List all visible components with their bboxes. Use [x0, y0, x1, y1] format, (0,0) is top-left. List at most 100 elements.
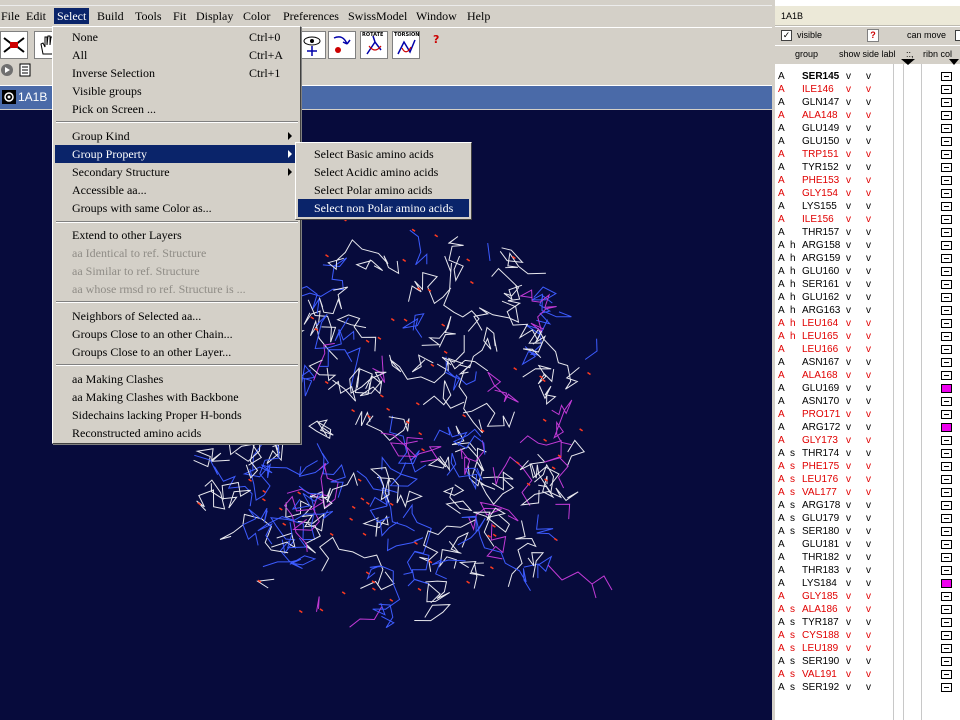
residue-row[interactable]: A THR183 v v	[775, 564, 960, 577]
residue-row[interactable]: As CYS188 v v	[775, 629, 960, 642]
collapse-box-icon[interactable]	[941, 345, 952, 354]
collapse-box-icon[interactable]	[941, 241, 952, 250]
residue-row[interactable]: A PRO171 v v	[775, 408, 960, 421]
collapse-box-icon[interactable]	[941, 592, 952, 601]
submenu-basic-aa[interactable]: Select Basic amino acids	[298, 145, 469, 163]
collapse-box-icon[interactable]	[941, 514, 952, 523]
collapse-box-icon[interactable]	[941, 371, 952, 380]
menu-file[interactable]: File	[0, 8, 23, 24]
can-move-checkbox[interactable]	[955, 30, 960, 41]
menu-display[interactable]: Display	[193, 8, 236, 24]
play-icon[interactable]	[0, 63, 14, 77]
collapse-box-icon[interactable]	[941, 137, 952, 146]
menu-window[interactable]: Window	[413, 8, 460, 24]
collapse-box-icon[interactable]	[941, 618, 952, 627]
menu-pick-on-screen[interactable]: Pick on Screen ...	[55, 100, 299, 118]
menu-close-other-chain[interactable]: Groups Close to an other Chain...	[55, 325, 299, 343]
collapse-box-icon[interactable]	[941, 462, 952, 471]
residue-row[interactable]: Ah ARG158 v v	[775, 239, 960, 252]
collapse-box-icon[interactable]	[941, 501, 952, 510]
collapse-box-icon[interactable]	[941, 449, 952, 458]
residue-row[interactable]: A GLN147 v v	[775, 96, 960, 109]
residue-row[interactable]: Ah LEU164 v v	[775, 317, 960, 330]
menu-sidechains-hbonds[interactable]: Sidechains lacking Proper H-bonds	[55, 406, 299, 424]
rotate-tool-button[interactable]: ROTATE	[360, 31, 388, 59]
menu-close-other-layer[interactable]: Groups Close to an other Layer...	[55, 343, 299, 361]
menu-groups-same-color[interactable]: Groups with same Color as...	[55, 199, 299, 217]
menu-extend-layers[interactable]: Extend to other Layers	[55, 226, 299, 244]
collapse-box-icon[interactable]	[941, 306, 952, 315]
panel-help-icon[interactable]: ?	[867, 29, 879, 42]
residue-row[interactable]: As PHE175 v v	[775, 460, 960, 473]
residue-row[interactable]: A ASN167 v v	[775, 356, 960, 369]
residue-row[interactable]: A LYS184 v v	[775, 577, 960, 590]
collapse-box-icon[interactable]	[941, 683, 952, 692]
residue-row[interactable]: A PHE153 v v	[775, 174, 960, 187]
menu-preferences[interactable]: Preferences	[280, 8, 342, 24]
menu-accessible-aa[interactable]: Accessible aa...	[55, 181, 299, 199]
collapse-box-icon[interactable]	[941, 657, 952, 666]
residue-row[interactable]: As LEU176 v v	[775, 473, 960, 486]
menu-group-property[interactable]: Group Property	[55, 145, 299, 163]
menu-tools[interactable]: Tools	[132, 8, 165, 24]
residue-row[interactable]: A ASN170 v v	[775, 395, 960, 408]
menu-secondary-structure[interactable]: Secondary Structure	[55, 163, 299, 181]
residue-row[interactable]: Ah SER161 v v	[775, 278, 960, 291]
residue-row[interactable]: Ah GLU160 v v	[775, 265, 960, 278]
collapse-box-icon[interactable]	[941, 72, 952, 81]
ribbon-color-swatch[interactable]	[941, 384, 952, 393]
residue-row[interactable]: As SER180 v v	[775, 525, 960, 538]
submenu-non-polar-aa[interactable]: Select non Polar amino acids	[298, 199, 469, 217]
residue-row[interactable]: Ah ARG159 v v	[775, 252, 960, 265]
collapse-box-icon[interactable]	[941, 202, 952, 211]
menu-swissmodel[interactable]: SwissModel	[345, 8, 410, 24]
collapse-box-icon[interactable]	[941, 605, 952, 614]
residue-row[interactable]: A LYS155 v v	[775, 200, 960, 213]
menu-reconstructed-aa[interactable]: Reconstructed amino acids	[55, 424, 299, 442]
collapse-box-icon[interactable]	[941, 98, 952, 107]
collapse-box-icon[interactable]	[941, 410, 952, 419]
torsion-tool-button[interactable]: TORSION	[392, 31, 420, 59]
menu-help[interactable]: Help	[464, 8, 493, 24]
collapse-box-icon[interactable]	[941, 228, 952, 237]
menu-group-kind[interactable]: Group Kind	[55, 127, 299, 145]
residue-list[interactable]: A SER145 v v A ILE146 v v A GLN147 v v A ALA148 v v A GLU…	[775, 70, 960, 720]
menu-color[interactable]: Color	[240, 8, 273, 24]
residue-row[interactable]: A ARG172 v v	[775, 421, 960, 434]
residue-row[interactable]: As GLU179 v v	[775, 512, 960, 525]
collapse-box-icon[interactable]	[941, 527, 952, 536]
residue-row[interactable]: A GLU149 v v	[775, 122, 960, 135]
ribbon-color-swatch[interactable]	[941, 579, 952, 588]
fit-tool-button[interactable]	[0, 31, 28, 59]
collapse-box-icon[interactable]	[941, 553, 952, 562]
collapse-box-icon[interactable]	[941, 254, 952, 263]
collapse-box-icon[interactable]	[941, 644, 952, 653]
residue-row[interactable]: A GLU169 v v	[775, 382, 960, 395]
eye-tool-button[interactable]	[298, 31, 326, 59]
collapse-box-icon[interactable]	[941, 631, 952, 640]
residue-row[interactable]: Ah ARG163 v v	[775, 304, 960, 317]
residue-row[interactable]: A SER145 v v	[775, 70, 960, 83]
collapse-box-icon[interactable]	[941, 150, 952, 159]
residue-row[interactable]: As SER190 v v	[775, 655, 960, 668]
collapse-box-icon[interactable]	[941, 332, 952, 341]
menu-inverse-selection[interactable]: Inverse Selection Ctrl+1	[55, 64, 299, 82]
residue-row[interactable]: Ah GLU162 v v	[775, 291, 960, 304]
residue-row[interactable]: A TYR152 v v	[775, 161, 960, 174]
collapse-box-icon[interactable]	[941, 540, 952, 549]
collapse-box-icon[interactable]	[941, 111, 952, 120]
residue-row[interactable]: A THR157 v v	[775, 226, 960, 239]
residue-row[interactable]: A GLY154 v v	[775, 187, 960, 200]
document-icon[interactable]	[18, 63, 32, 77]
header-group[interactable]: group	[795, 49, 818, 59]
residue-row[interactable]: As ALA186 v v	[775, 603, 960, 616]
residue-row[interactable]: A ILE146 v v	[775, 83, 960, 96]
header-symbol[interactable]: ::,	[906, 49, 914, 59]
residue-row[interactable]: A GLU181 v v	[775, 538, 960, 551]
menu-visible-groups[interactable]: Visible groups	[55, 82, 299, 100]
residue-row[interactable]: As VAL177 v v	[775, 486, 960, 499]
collapse-box-icon[interactable]	[941, 566, 952, 575]
collapse-box-icon[interactable]	[941, 436, 952, 445]
header-ribbon-color[interactable]: ribn col	[923, 49, 952, 59]
residue-row[interactable]: A ALA168 v v	[775, 369, 960, 382]
